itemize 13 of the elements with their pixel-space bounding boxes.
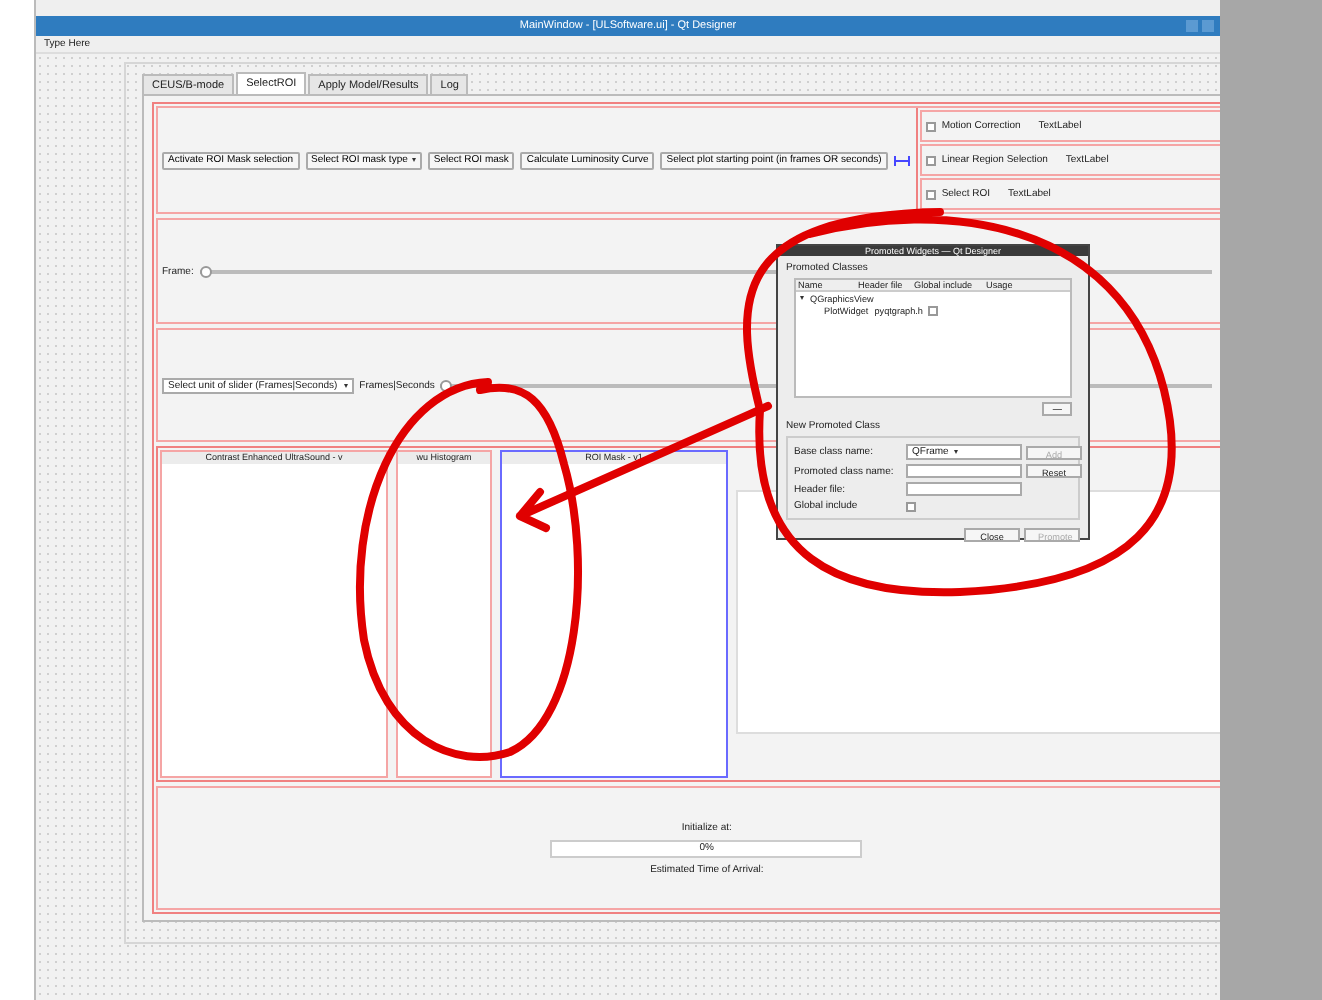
checkbox[interactable]: [925, 155, 936, 165]
input-field[interactable]: [906, 482, 1022, 496]
input-field[interactable]: [906, 464, 1022, 478]
checkbox[interactable]: [906, 501, 916, 511]
caret-icon: [411, 158, 416, 162]
checkbox[interactable]: [925, 121, 936, 131]
expand-arrow-icon[interactable]: [800, 296, 804, 300]
caret-icon: [343, 383, 348, 387]
spacer-icon: [893, 155, 910, 165]
checkbox[interactable]: [925, 189, 936, 199]
slider-thumb[interactable]: [199, 265, 212, 277]
checkbox[interactable]: [928, 305, 939, 315]
caret-icon: [954, 450, 959, 454]
